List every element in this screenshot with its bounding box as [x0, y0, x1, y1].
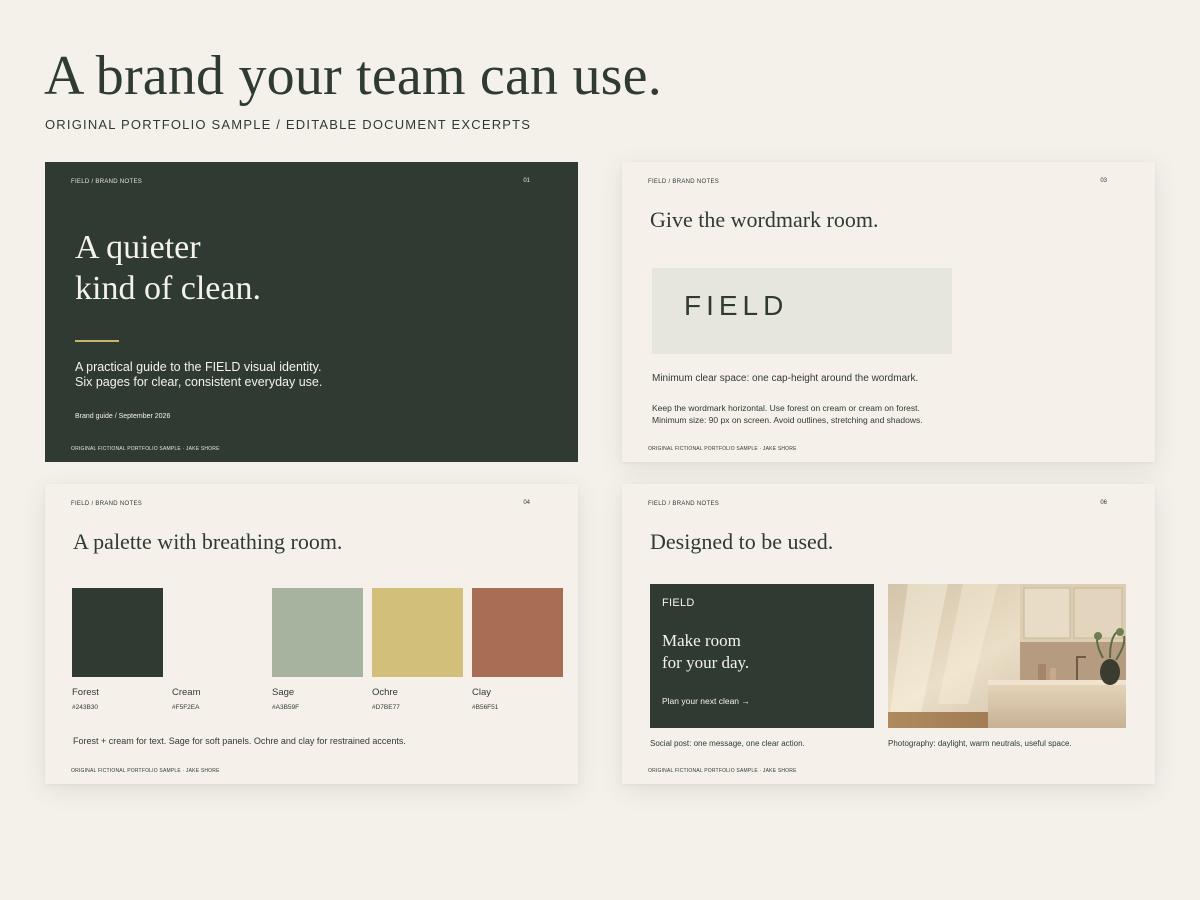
accent-rule — [75, 340, 119, 342]
page-number: 03 — [1100, 178, 1107, 184]
swatch-name: Sage — [272, 687, 295, 698]
kitchen-photo-illustration — [888, 584, 1126, 728]
page-heading: Give the wordmark room. — [650, 207, 879, 232]
social-cta-link[interactable]: Plan your next clean → — [662, 696, 750, 706]
swatch-name: Forest — [72, 687, 99, 698]
social-message: Make room for your day. — [662, 631, 750, 672]
photo-caption: Photography: daylight, warm neutrals, us… — [888, 739, 1072, 748]
swatch-chip — [72, 588, 163, 677]
page-footer: ORIGINAL FICTIONAL PORTFOLIO SAMPLE · JA… — [71, 446, 220, 452]
page-footer: ORIGINAL FICTIONAL PORTFOLIO SAMPLE · JA… — [648, 768, 797, 774]
swatch-chip — [172, 588, 263, 677]
cover-meta: Brand guide / September 2026 — [75, 413, 171, 420]
wordmark-panel: FIELD — [652, 268, 952, 354]
breadcrumb: FIELD / BRAND NOTES — [71, 501, 143, 507]
wordmark: FIELD — [684, 290, 789, 321]
social-post-mockup: FIELD Make room for your day. Plan your … — [650, 584, 874, 728]
page-footer: ORIGINAL FICTIONAL PORTFOLIO SAMPLE · JA… — [71, 768, 220, 774]
applications-page: FIELD / BRAND NOTES 06 Designed to be us… — [622, 484, 1155, 784]
swatch-hex: #B56F51 — [472, 704, 499, 711]
brand-cover-page: FIELD / BRAND NOTES 01 A quieter kind of… — [45, 162, 578, 462]
swatch-name: Ochre — [372, 687, 398, 698]
swatch-hex: #F5F2EA — [172, 704, 200, 711]
breadcrumb: FIELD / BRAND NOTES — [648, 501, 720, 507]
usage-note: Keep the wordmark horizontal. Use forest… — [652, 403, 923, 425]
swatch-forest: Forest #243B30 — [72, 588, 163, 711]
breadcrumb: FIELD / BRAND NOTES — [648, 179, 720, 185]
swatch-hex: #243B30 — [72, 704, 99, 711]
swatch-chip — [272, 588, 363, 677]
clear-space-note: Minimum clear space: one cap-height arou… — [652, 373, 919, 384]
page-subtitle: ORIGINAL PORTFOLIO SAMPLE / EDITABLE DOC… — [45, 117, 532, 132]
page-footer: ORIGINAL FICTIONAL PORTFOLIO SAMPLE · JA… — [648, 446, 797, 452]
cover-headline: A quieter kind of clean. — [75, 229, 261, 307]
kitchen-photo — [888, 584, 1126, 728]
breadcrumb: FIELD / BRAND NOTES — [71, 179, 143, 185]
page-number: 01 — [523, 178, 530, 184]
swatch-name: Clay — [472, 687, 492, 698]
swatch-cream: Cream #F5F2EA — [172, 588, 263, 711]
page-heading: A palette with breathing room. — [73, 529, 343, 554]
wordmark-page: FIELD / BRAND NOTES 03 Give the wordmark… — [622, 162, 1155, 462]
palette-page: FIELD / BRAND NOTES 04 A palette with br… — [45, 484, 578, 784]
social-caption: Social post: one message, one clear acti… — [650, 739, 805, 748]
page-heading: Designed to be used. — [650, 529, 834, 554]
swatch-chip — [472, 588, 563, 677]
swatch-sage: Sage #A3B59F — [272, 588, 363, 711]
swatch-chip — [372, 588, 463, 677]
swatch-hex: #A3B59F — [272, 704, 300, 711]
swatch-name: Cream — [172, 687, 201, 698]
social-brand: FIELD — [662, 597, 695, 609]
page-number: 04 — [523, 500, 530, 506]
page-number: 06 — [1100, 500, 1107, 506]
page-title: A brand your team can use. — [44, 45, 662, 107]
swatch-clay: Clay #B56F51 — [472, 588, 563, 711]
swatch-hex: #D7BE77 — [372, 704, 400, 711]
swatch-ochre: Ochre #D7BE77 — [372, 588, 463, 711]
palette-note: Forest + cream for text. Sage for soft p… — [73, 736, 406, 746]
cover-description: A practical guide to the FIELD visual id… — [75, 360, 323, 389]
